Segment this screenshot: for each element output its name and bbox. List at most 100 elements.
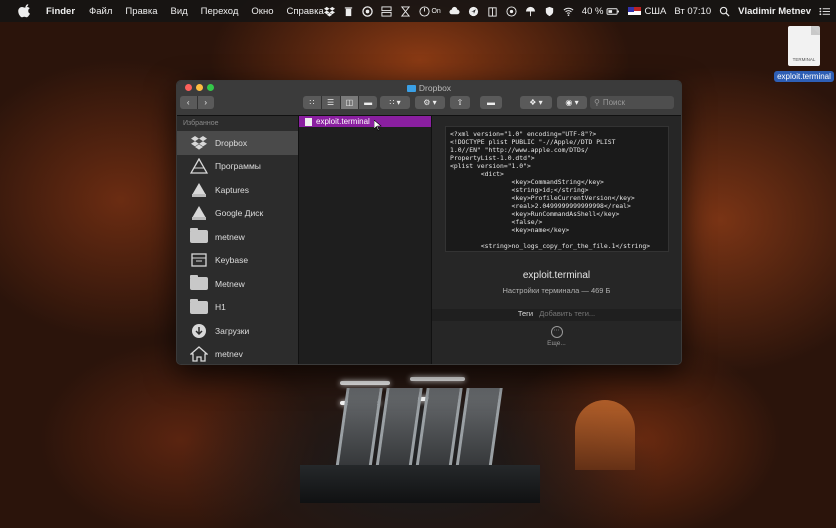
- battery-icon[interactable]: [606, 6, 620, 17]
- file-column: exploit.terminal: [299, 116, 432, 364]
- sidebar-item-keybase[interactable]: Keybase: [177, 249, 298, 273]
- platform-floor: [300, 465, 540, 503]
- window-toolbar: Dropbox ‹ › ∷ ☰ ◫ ▬ ∷ ▾ ⚙ ▾ ⇧ ▬ ❖ ▾ ◉ ▾ …: [177, 81, 681, 116]
- sidebar-item-label: Dropbox: [215, 137, 248, 148]
- view-switcher: ∷ ☰ ◫ ▬: [303, 96, 377, 109]
- forward-button[interactable]: ›: [198, 96, 215, 109]
- spotlight-search-icon[interactable]: [719, 6, 730, 17]
- sidebar-item-metnew[interactable]: metnew: [177, 225, 298, 249]
- sidebar-item-label: H1: [215, 302, 226, 313]
- dropbox-button[interactable]: ❖ ▾: [520, 96, 552, 109]
- more-button[interactable]: ⋯ Еще...: [432, 326, 681, 347]
- input-source-label: США: [644, 5, 667, 17]
- app-menu-finder[interactable]: Finder: [46, 6, 75, 17]
- wifi-icon[interactable]: [563, 6, 574, 17]
- sidebar-item-metnew-2[interactable]: Metnew: [177, 272, 298, 296]
- share-button[interactable]: ⇧: [450, 96, 470, 109]
- tower-icon[interactable]: [487, 6, 498, 17]
- nav-buttons: ‹ ›: [180, 96, 214, 109]
- dropbox-icon: [189, 134, 209, 152]
- gear-icon: ⚙ ▾: [423, 98, 437, 107]
- ceiling-light: [340, 381, 390, 385]
- file-row-exploit-terminal[interactable]: exploit.terminal: [299, 116, 431, 131]
- sidebar: Избранное Dropbox Программы Kaptures Goo…: [177, 116, 299, 364]
- applications-icon: [189, 157, 209, 175]
- document-icon-label: TERMINAL: [792, 57, 816, 62]
- sidebar-item-label: Программы: [215, 161, 261, 172]
- tags-button[interactable]: ▬: [480, 96, 502, 109]
- list-view-button[interactable]: ☰: [322, 96, 341, 109]
- list-icon: ☰: [327, 98, 335, 107]
- action-button[interactable]: ⚙ ▾: [415, 96, 445, 109]
- more-label: Еще...: [547, 340, 566, 347]
- gallery-icon: ▬: [364, 98, 373, 107]
- menu-file[interactable]: Файл: [89, 6, 112, 17]
- extension-button[interactable]: ◉ ▾: [557, 96, 587, 109]
- desktop-file[interactable]: TERMINAL exploit.terminal: [772, 26, 836, 84]
- tags-placeholder: Добавить теги...: [539, 309, 596, 318]
- battery-percent[interactable]: 40 %: [582, 6, 604, 17]
- file-content-preview[interactable]: <?xml version="1.0" encoding="UTF-8"?> <…: [445, 126, 669, 252]
- back-button[interactable]: ‹: [180, 96, 198, 109]
- location-icon[interactable]: [468, 6, 479, 17]
- umbrella-icon[interactable]: [525, 6, 536, 17]
- menu-window[interactable]: Окно: [251, 6, 273, 17]
- desktop-file-name: exploit.terminal: [774, 71, 834, 82]
- sidebar-item-h1[interactable]: H1: [177, 296, 298, 320]
- on-label: On: [431, 7, 441, 15]
- sidebar-item-label: Metnew: [215, 278, 245, 289]
- sidebar-item-label: metnev: [215, 349, 243, 360]
- columns-icon: ◫: [345, 98, 354, 107]
- sidebar-item-home[interactable]: metnev: [177, 343, 298, 365]
- more-icon: ⋯: [550, 326, 563, 338]
- user-name[interactable]: Vladimir Metnev: [738, 6, 811, 17]
- folder-icon: [406, 85, 416, 93]
- sidebar-item-dropbox[interactable]: Dropbox: [177, 131, 298, 155]
- sidebar-item-label: Keybase: [215, 255, 249, 266]
- drive-icon: [189, 181, 209, 199]
- menu-go[interactable]: Переход: [201, 6, 239, 17]
- preview-file-name: exploit.terminal: [522, 270, 591, 281]
- sidebar-header: Избранное: [183, 120, 219, 127]
- column-view-button[interactable]: ◫: [340, 96, 360, 109]
- clock[interactable]: Вт 07:10: [674, 6, 711, 17]
- subway-escalator-scene: [300, 363, 540, 503]
- search-field[interactable]: ⚲ Поиск: [590, 96, 674, 109]
- target-icon[interactable]: [506, 5, 517, 17]
- sidebar-item-applications[interactable]: Программы: [177, 155, 298, 179]
- sidebar-menu-icon[interactable]: [381, 5, 392, 17]
- sidebar-item-downloads[interactable]: Загрузки: [177, 319, 298, 343]
- menu-view[interactable]: Вид: [170, 6, 187, 17]
- tags-row[interactable]: Теги Добавить теги...: [432, 309, 681, 321]
- dropbox-status-icon[interactable]: [324, 6, 336, 17]
- sidebar-item-label: Google Диск: [215, 208, 264, 219]
- apple-icon[interactable]: [18, 4, 32, 18]
- hourglass-icon[interactable]: [400, 5, 411, 17]
- share-icon: ⇧: [456, 98, 464, 107]
- bin-icon[interactable]: [343, 6, 354, 17]
- record-icon[interactable]: [362, 5, 374, 17]
- notification-center-icon[interactable]: [819, 6, 830, 17]
- drive-icon: [189, 204, 209, 222]
- icon-view-button[interactable]: ∷: [303, 96, 322, 109]
- dropbox-icon: ❖ ▾: [529, 98, 543, 107]
- shield-icon[interactable]: [544, 6, 555, 17]
- xml-preview-text: <?xml version="1.0" encoding="UTF-8"?> <…: [450, 130, 651, 250]
- menu-edit[interactable]: Правка: [125, 6, 157, 17]
- cloud-upload-icon[interactable]: [449, 6, 460, 17]
- sidebar-item-label: Загрузки: [215, 325, 250, 336]
- sidebar-item-kaptures[interactable]: Kaptures: [177, 178, 298, 202]
- folder-icon: [189, 275, 209, 293]
- on-toggle-status[interactable]: On: [419, 5, 441, 17]
- grid-icon: ∷: [309, 98, 315, 107]
- group-button[interactable]: ∷ ▾: [380, 96, 410, 109]
- input-source[interactable]: США: [628, 6, 666, 17]
- mouse-cursor-icon: [373, 120, 382, 131]
- terminal-document-icon: TERMINAL: [788, 26, 820, 66]
- sidebar-item-google-drive[interactable]: Google Диск: [177, 202, 298, 226]
- tag-icon: ▬: [487, 98, 495, 107]
- sidebar-item-label: Kaptures: [215, 184, 250, 195]
- window-title-text: Dropbox: [418, 83, 452, 93]
- preview-pane: <?xml version="1.0" encoding="UTF-8"?> <…: [432, 116, 681, 364]
- gallery-view-button[interactable]: ▬: [359, 96, 377, 109]
